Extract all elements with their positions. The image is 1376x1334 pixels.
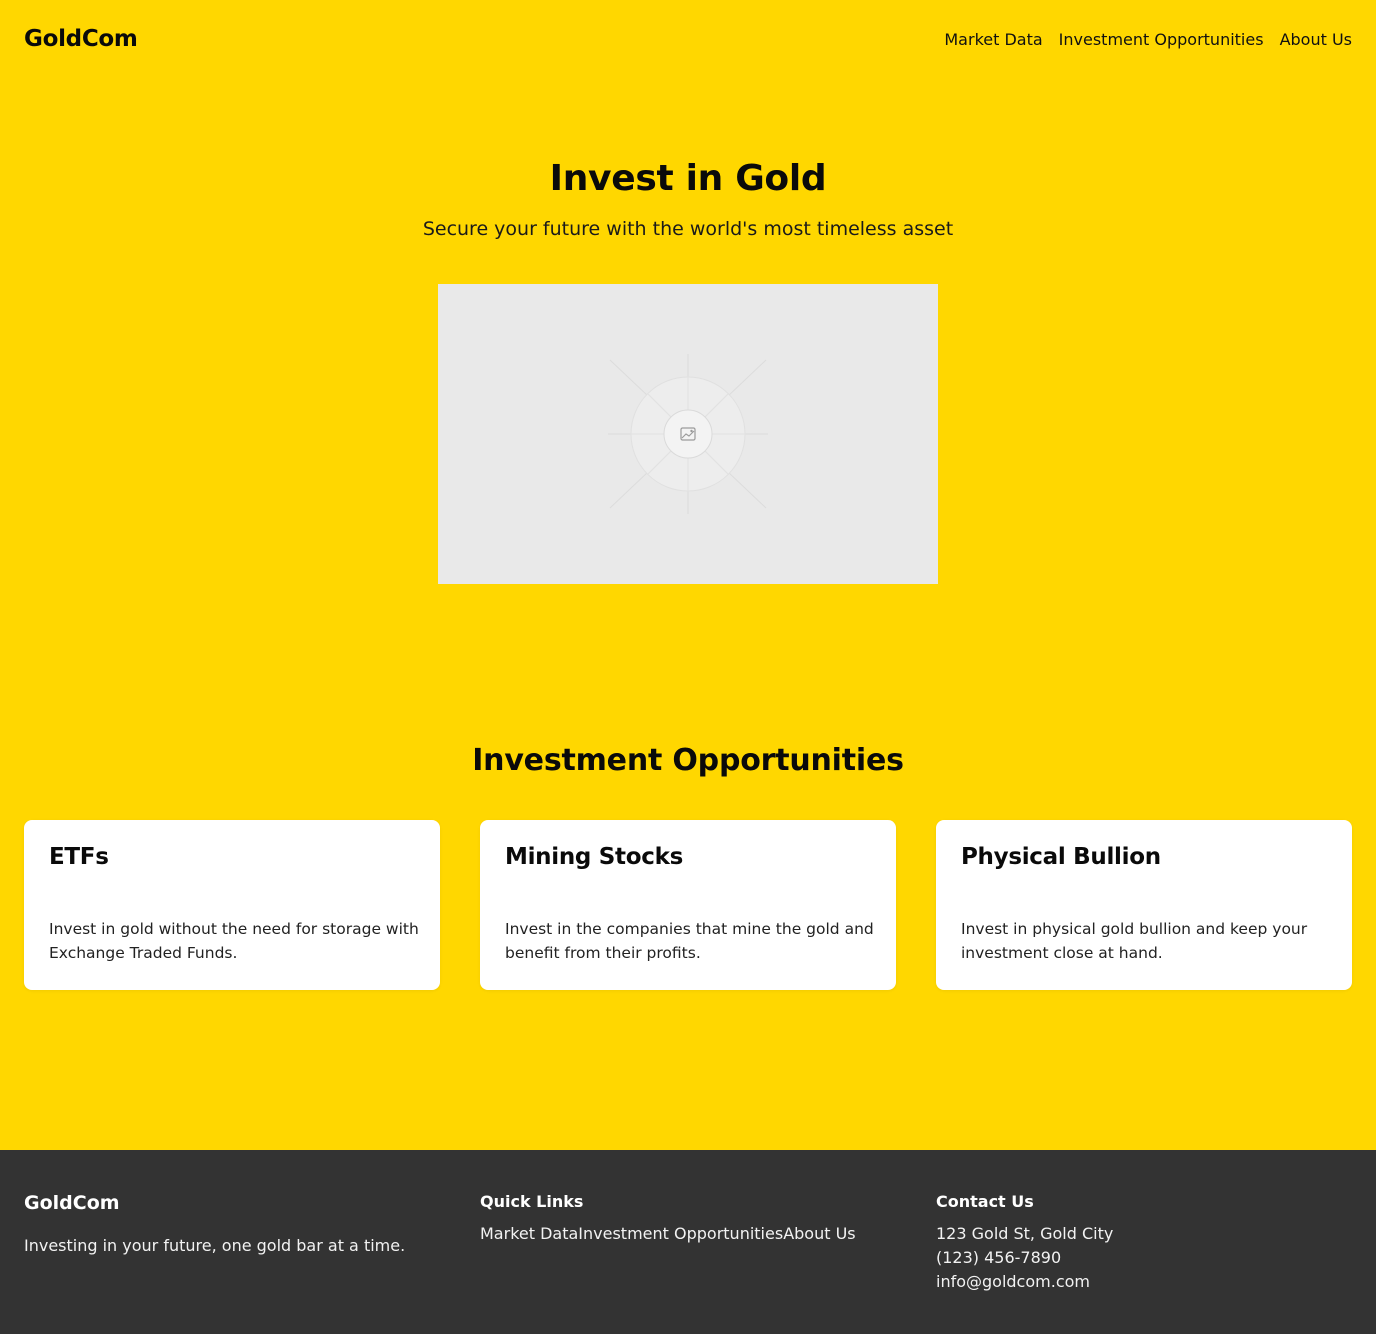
hero-image-placeholder <box>438 284 938 584</box>
hero-subtitle: Secure your future with the world's most… <box>422 218 954 240</box>
card-title: Physical Bullion <box>961 844 1161 870</box>
card-text: Invest in physical gold bullion and keep… <box>961 920 1308 962</box>
site-footer: GoldCom Investing in your future, one go… <box>0 1150 1376 1334</box>
site-header: GoldCom Market Data Investment Opportuni… <box>0 0 1376 80</box>
nav-link-about-us[interactable]: About Us <box>1280 30 1352 49</box>
nav-link-investment-opportunities[interactable]: Investment Opportunities <box>1059 30 1264 49</box>
opportunities-title: Investment Opportunities <box>472 743 904 778</box>
card-title: ETFs <box>49 844 109 870</box>
main-nav: Market Data Investment Opportunities Abo… <box>944 30 1352 49</box>
opportunity-cards: ETFs Invest in gold without the need for… <box>24 820 1352 990</box>
contact-phone: (123) 456-7890 <box>936 1248 1062 1267</box>
quick-links-list: Market Data Investment Opportunities Abo… <box>480 1224 856 1243</box>
card-mining-stocks: Mining Stocks Invest in the companies th… <box>480 820 896 990</box>
logo[interactable]: GoldCom <box>24 26 138 52</box>
hero-title: Invest in Gold <box>549 158 827 199</box>
contact-email[interactable]: info@goldcom.com <box>936 1272 1090 1291</box>
footer-link-market-data[interactable]: Market Data <box>480 1224 578 1243</box>
footer-logo: GoldCom <box>24 1192 120 1214</box>
card-title: Mining Stocks <box>505 844 683 870</box>
footer-tagline: Investing in your future, one gold bar a… <box>24 1236 406 1255</box>
card-text: Invest in gold without the need for stor… <box>49 920 419 962</box>
quick-links-heading: Quick Links <box>480 1192 584 1211</box>
contact-address: 123 Gold St, Gold City <box>936 1224 1114 1243</box>
card-text: Invest in the companies that mine the go… <box>505 920 874 962</box>
card-physical-bullion: Physical Bullion Invest in physical gold… <box>936 820 1352 990</box>
card-etfs: ETFs Invest in gold without the need for… <box>24 820 440 990</box>
contact-heading: Contact Us <box>936 1192 1034 1211</box>
footer-link-about-us[interactable]: About Us <box>783 1224 855 1243</box>
nav-link-market-data[interactable]: Market Data <box>944 30 1042 49</box>
footer-link-investment-opportunities[interactable]: Investment Opportunities <box>578 1224 783 1243</box>
image-placeholder-icon <box>608 354 768 514</box>
